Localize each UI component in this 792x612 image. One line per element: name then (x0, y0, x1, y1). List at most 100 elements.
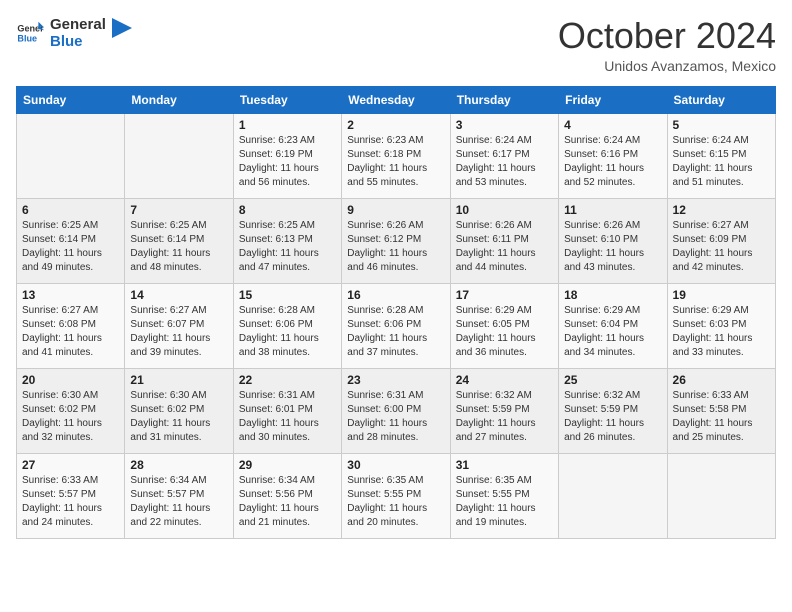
calendar-cell: 15Sunrise: 6:28 AMSunset: 6:06 PMDayligh… (233, 283, 341, 368)
day-info: Sunrise: 6:24 AMSunset: 6:17 PMDaylight:… (456, 134, 553, 190)
calendar-cell: 31 Sunrise: 6:35 AMSunset: 5:55 PMDayligh… (450, 453, 558, 538)
calendar-cell: 25 Sunrise: 6:32 AMSunset: 5:59 PMDayligh… (559, 368, 667, 453)
month-title: October 2024 (558, 16, 776, 56)
calendar-table: SundayMondayTuesdayWednesdayThursdayFrid… (16, 86, 776, 539)
calendar-cell (559, 453, 667, 538)
weekday-header: Monday (125, 86, 233, 113)
day-number: 5 (673, 118, 770, 132)
calendar-week-row: 1 Sunrise: 6:23 AMSunset: 6:19 PMDaylight… (17, 113, 776, 198)
calendar-week-row: 27 Sunrise: 6:33 AMSunset: 5:57 PMDayligh… (17, 453, 776, 538)
day-info: Sunrise: 6:35 AMSunset: 5:55 PMDaylight:… (456, 474, 553, 530)
day-number: 1 (239, 118, 336, 132)
day-info: Sunrise: 6:32 AMSunset: 5:59 PMDaylight:… (456, 389, 553, 445)
calendar-cell: 5 Sunrise: 6:24 AMSunset: 6:15 PMDaylight… (667, 113, 775, 198)
day-number: 15 (239, 288, 336, 302)
day-number: 14 (130, 288, 227, 302)
day-number: 2 (347, 118, 444, 132)
weekday-header: Wednesday (342, 86, 450, 113)
day-number: 4 (564, 118, 661, 132)
day-info: Sunrise: 6:29 AMSunset: 6:03 PMDaylight:… (673, 304, 770, 360)
day-info: Sunrise: 6:25 AMSunset: 6:14 PMDaylight:… (22, 219, 119, 275)
day-info: Sunrise: 6:25 AMSunset: 6:14 PMDaylight:… (130, 219, 227, 275)
calendar-week-row: 6 Sunrise: 6:25 AMSunset: 6:14 PMDaylight… (17, 198, 776, 283)
day-info: Sunrise: 6:33 AMSunset: 5:57 PMDaylight:… (22, 474, 119, 530)
day-number: 31 (456, 458, 553, 472)
day-number: 16 (347, 288, 444, 302)
calendar-cell: 22Sunrise: 6:31 AMSunset: 6:01 PMDayligh… (233, 368, 341, 453)
day-info: Sunrise: 6:26 AMSunset: 6:12 PMDaylight:… (347, 219, 444, 275)
day-number: 22 (239, 373, 336, 387)
logo: General Blue General Blue (16, 16, 132, 51)
calendar-cell: 23 Sunrise: 6:31 AMSunset: 6:00 PMDayligh… (342, 368, 450, 453)
logo-general: General (50, 16, 106, 33)
logo-blue: Blue (50, 33, 106, 50)
calendar-cell: 16 Sunrise: 6:28 AMSunset: 6:06 PMDayligh… (342, 283, 450, 368)
day-number: 9 (347, 203, 444, 217)
day-info: Sunrise: 6:27 AMSunset: 6:08 PMDaylight:… (22, 304, 119, 360)
day-info: Sunrise: 6:26 AMSunset: 6:10 PMDaylight:… (564, 219, 661, 275)
calendar-cell: 11 Sunrise: 6:26 AMSunset: 6:10 PMDayligh… (559, 198, 667, 283)
day-number: 13 (22, 288, 119, 302)
day-number: 6 (22, 203, 119, 217)
weekday-header: Saturday (667, 86, 775, 113)
calendar-cell: 4 Sunrise: 6:24 AMSunset: 6:16 PMDaylight… (559, 113, 667, 198)
calendar-cell: 17 Sunrise: 6:29 AMSunset: 6:05 PMDayligh… (450, 283, 558, 368)
calendar-cell: 26Sunrise: 6:33 AMSunset: 5:58 PMDayligh… (667, 368, 775, 453)
day-info: Sunrise: 6:30 AMSunset: 6:02 PMDaylight:… (22, 389, 119, 445)
logo-icon: General Blue (16, 19, 44, 47)
day-number: 12 (673, 203, 770, 217)
day-info: Sunrise: 6:34 AMSunset: 5:56 PMDaylight:… (239, 474, 336, 530)
calendar-cell: 8 Sunrise: 6:25 AMSunset: 6:13 PMDaylight… (233, 198, 341, 283)
calendar-cell (667, 453, 775, 538)
calendar-cell: 30Sunrise: 6:35 AMSunset: 5:55 PMDayligh… (342, 453, 450, 538)
day-info: Sunrise: 6:24 AMSunset: 6:16 PMDaylight:… (564, 134, 661, 190)
logo-arrow-icon (112, 18, 132, 38)
day-number: 23 (347, 373, 444, 387)
day-number: 18 (564, 288, 661, 302)
calendar-cell: 3 Sunrise: 6:24 AMSunset: 6:17 PMDaylight… (450, 113, 558, 198)
day-info: Sunrise: 6:23 AMSunset: 6:19 PMDaylight:… (239, 134, 336, 190)
calendar-cell (125, 113, 233, 198)
day-info: Sunrise: 6:33 AMSunset: 5:58 PMDaylight:… (673, 389, 770, 445)
calendar-cell: 20Sunrise: 6:30 AMSunset: 6:02 PMDayligh… (17, 368, 125, 453)
day-number: 10 (456, 203, 553, 217)
day-number: 3 (456, 118, 553, 132)
calendar-cell: 24Sunrise: 6:32 AMSunset: 5:59 PMDayligh… (450, 368, 558, 453)
calendar-cell: 27 Sunrise: 6:33 AMSunset: 5:57 PMDayligh… (17, 453, 125, 538)
day-info: Sunrise: 6:27 AMSunset: 6:09 PMDaylight:… (673, 219, 770, 275)
day-number: 19 (673, 288, 770, 302)
day-info: Sunrise: 6:32 AMSunset: 5:59 PMDaylight:… (564, 389, 661, 445)
day-number: 28 (130, 458, 227, 472)
calendar-week-row: 20Sunrise: 6:30 AMSunset: 6:02 PMDayligh… (17, 368, 776, 453)
day-number: 29 (239, 458, 336, 472)
weekday-header: Friday (559, 86, 667, 113)
day-info: Sunrise: 6:29 AMSunset: 6:05 PMDaylight:… (456, 304, 553, 360)
calendar-cell: 1 Sunrise: 6:23 AMSunset: 6:19 PMDaylight… (233, 113, 341, 198)
day-info: Sunrise: 6:24 AMSunset: 6:15 PMDaylight:… (673, 134, 770, 190)
day-info: Sunrise: 6:25 AMSunset: 6:13 PMDaylight:… (239, 219, 336, 275)
day-info: Sunrise: 6:34 AMSunset: 5:57 PMDaylight:… (130, 474, 227, 530)
calendar-cell: 2 Sunrise: 6:23 AMSunset: 6:18 PMDaylight… (342, 113, 450, 198)
calendar-cell (17, 113, 125, 198)
day-info: Sunrise: 6:31 AMSunset: 6:00 PMDaylight:… (347, 389, 444, 445)
day-info: Sunrise: 6:27 AMSunset: 6:07 PMDaylight:… (130, 304, 227, 360)
calendar-cell: 10Sunrise: 6:26 AMSunset: 6:11 PMDayligh… (450, 198, 558, 283)
day-number: 8 (239, 203, 336, 217)
day-number: 17 (456, 288, 553, 302)
calendar-week-row: 13 Sunrise: 6:27 AMSunset: 6:08 PMDayligh… (17, 283, 776, 368)
calendar-cell: 14 Sunrise: 6:27 AMSunset: 6:07 PMDayligh… (125, 283, 233, 368)
calendar-cell: 9 Sunrise: 6:26 AMSunset: 6:12 PMDaylight… (342, 198, 450, 283)
day-info: Sunrise: 6:23 AMSunset: 6:18 PMDaylight:… (347, 134, 444, 190)
title-area: October 2024 Unidos Avanzamos, Mexico (558, 16, 776, 74)
day-info: Sunrise: 6:28 AMSunset: 6:06 PMDaylight:… (347, 304, 444, 360)
weekday-header: Thursday (450, 86, 558, 113)
day-number: 27 (22, 458, 119, 472)
location-subtitle: Unidos Avanzamos, Mexico (558, 58, 776, 74)
calendar-cell: 13 Sunrise: 6:27 AMSunset: 6:08 PMDayligh… (17, 283, 125, 368)
day-number: 11 (564, 203, 661, 217)
day-number: 25 (564, 373, 661, 387)
calendar-cell: 7Sunrise: 6:25 AMSunset: 6:14 PMDaylight… (125, 198, 233, 283)
day-info: Sunrise: 6:35 AMSunset: 5:55 PMDaylight:… (347, 474, 444, 530)
page-header: General Blue General Blue October 2024 U… (16, 16, 776, 74)
calendar-cell: 12 Sunrise: 6:27 AMSunset: 6:09 PMDayligh… (667, 198, 775, 283)
